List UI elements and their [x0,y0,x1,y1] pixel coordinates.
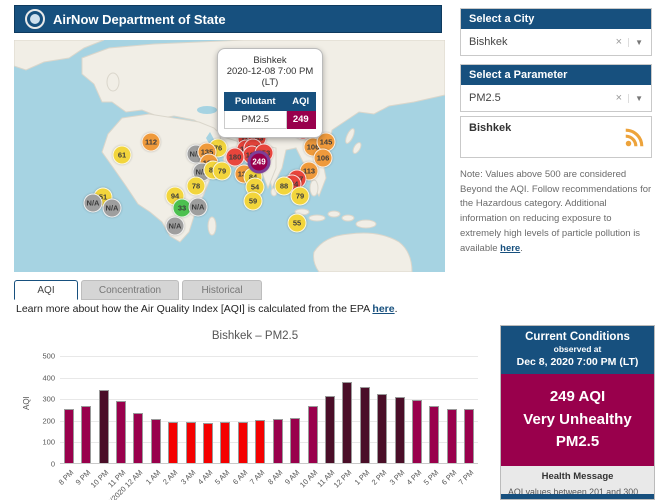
chart-bar [220,422,230,463]
chart-bar [64,409,74,463]
popup-aqi-value: 249 [286,111,316,129]
aqi-station-marker[interactable]: 79 [291,187,310,206]
clear-icon[interactable]: × [610,92,628,104]
chart-bar [412,400,422,463]
city-select-value: Bishkek [469,36,610,48]
chart-bar [360,387,370,463]
y-axis-tick-label: 100 [42,438,55,447]
chevron-down-icon[interactable]: ▼ [628,38,643,47]
chart-bar [186,422,196,463]
chart-title: Bishkek – PM2.5 [18,330,492,342]
gridline [60,356,478,357]
tab-concentration[interactable]: Concentration [81,280,179,300]
chart-bar [255,420,265,463]
chart-bar [151,419,161,463]
chart-bar [168,422,178,463]
dos-seal-logo [25,9,45,29]
note-text: Note: Values above 500 are considered Be… [460,169,651,254]
parameter-select[interactable]: PM2.5 × ▼ [461,85,651,111]
clear-icon[interactable]: × [610,36,628,48]
chart-bar [203,423,213,463]
chart-bar [116,401,126,463]
observed-datetime: Dec 8, 2020 7:00 PM (LT) [505,356,650,368]
aqi-station-marker[interactable]: 112 [142,133,161,152]
chart-y-axis-label: AQI [22,396,31,410]
city-select[interactable]: Bishkek × ▼ [461,29,651,55]
chart-bar [81,406,91,463]
map-popup: Bishkek 2020-12-08 7:00 PM (LT) Pollutan… [217,48,323,138]
chart-bar [133,413,143,463]
note-here-link[interactable]: here [500,243,520,254]
chart-bar [447,409,457,463]
chart-bar [429,406,439,463]
aqi-station-marker[interactable]: 249 [248,151,271,174]
learn-more-text: Learn more about how the Air Quality Ind… [16,303,398,315]
chart-bar [464,409,474,463]
popup-col-aqi: AQI [286,93,316,111]
current-conditions-panel: Current Conditions observed at Dec 8, 20… [500,325,655,500]
chevron-down-icon[interactable]: ▼ [628,94,643,103]
learn-more-body: Learn more about how the Air Quality Ind… [16,303,372,315]
y-axis-tick-label: 300 [42,395,55,404]
app-header: AirNow Department of State [14,5,442,33]
chart-bar [342,382,352,463]
y-axis-tick-label: 0 [51,460,55,469]
tab-aqi[interactable]: AQI [14,280,78,300]
rss-feed-box: Bishkek [460,116,652,158]
y-axis-tick-label: 400 [42,373,55,382]
y-axis-tick-label: 500 [42,352,55,361]
chart-bar [377,394,387,463]
aqi-station-marker[interactable]: N/A [166,217,185,236]
chart-bar [238,422,248,463]
aqi-station-marker[interactable]: N/A [189,198,208,217]
app-title: AirNow Department of State [53,12,226,27]
parameter-select-box: Select a Parameter PM2.5 × ▼ [460,64,652,112]
epa-here-link[interactable]: here [372,303,394,315]
aqi-station-marker[interactable]: N/A [103,199,122,218]
health-message-title: Health Message [508,471,647,482]
aqi-station-marker[interactable]: 78 [187,177,206,196]
chart-bar [99,390,109,463]
tab-historical[interactable]: Historical [182,280,262,300]
rss-feed-title: Bishkek [469,122,511,134]
city-select-box: Select a City Bishkek × ▼ [460,8,652,56]
aqi-station-marker[interactable]: 59 [244,192,263,211]
aqi-world-map[interactable]: 6111276N/A135107N/A8079789433N/AN/A51N/A… [14,40,445,272]
chart-plot-area: 01002003004005008 PM9 PM10 PM11 PM12/8/2… [60,356,478,464]
current-conditions-title: Current Conditions [505,331,650,343]
chart-bar [325,396,335,463]
current-aqi-category: Very Unhealthy [505,409,650,432]
chart-bar [395,397,405,463]
current-aqi-pollutant: PM2.5 [505,431,650,454]
aqi-bar-chart: Bishkek – PM2.5 AQI 01002003004005008 PM… [18,324,492,500]
chart-bar [273,419,283,463]
current-aqi-value: 249 AQI [505,386,650,409]
aqi-station-marker[interactable]: N/A [84,194,103,213]
current-aqi-block: 249 AQI Very Unhealthy PM2.5 [501,374,654,466]
beyond-aqi-note: Note: Values above 500 are considered Be… [460,168,654,256]
parameter-select-value: PM2.5 [469,92,610,104]
popup-timezone: (LT) [224,77,316,88]
popup-pollutant-value: PM2.5 [225,111,287,129]
gridline [60,378,478,379]
page: AirNow Department of State [0,0,661,500]
popup-datetime: 2020-12-08 7:00 PM [224,66,316,77]
aqi-station-marker[interactable]: 55 [288,214,307,233]
parameter-select-label: Select a Parameter [461,65,651,85]
panel-footer-bar [501,494,654,499]
rss-icon[interactable] [623,127,645,152]
popup-city: Bishkek [224,55,316,66]
note-text-end: . [520,243,523,254]
aqi-station-marker[interactable]: 61 [113,146,132,165]
view-tabs: AQI Concentration Historical [14,280,262,300]
y-axis-tick-label: 200 [42,416,55,425]
current-conditions-header: Current Conditions observed at Dec 8, 20… [501,326,654,374]
chart-bar [308,406,318,463]
popup-col-pollutant: Pollutant [225,93,287,111]
popup-table: Pollutant AQI PM2.5 249 [224,92,316,129]
learn-more-end: . [395,303,398,315]
observed-at-label: observed at [505,344,650,354]
chart-bar [290,418,300,463]
city-select-label: Select a City [461,9,651,29]
